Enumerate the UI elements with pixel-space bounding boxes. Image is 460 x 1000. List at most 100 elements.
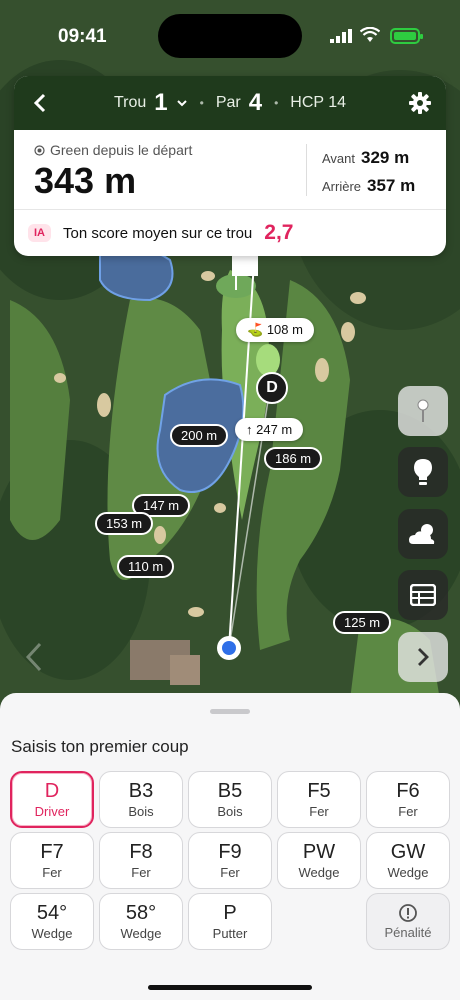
front-distance: Avant 329 m [322, 148, 409, 168]
club-name: Fer [42, 865, 62, 880]
hcp-label: HCP 14 [290, 94, 347, 111]
front-value: 329 m [361, 148, 410, 167]
green-distance-label: Green depuis le départ [34, 142, 192, 158]
status-time: 09:41 [58, 26, 107, 47]
shot-entry-sheet: Saisis ton premier coup D Driver B3 Bois B5 B… [0, 693, 460, 1000]
weather-icon [409, 524, 435, 544]
wifi-icon [360, 27, 380, 42]
club-button[interactable]: B5 Bois [188, 771, 272, 828]
dynamic-island [158, 14, 302, 58]
ai-badge: IA [28, 224, 51, 242]
lightbulb-icon [414, 459, 432, 485]
target-icon [34, 144, 45, 156]
weather-button[interactable] [398, 509, 448, 559]
club-name: Putter [212, 926, 248, 941]
divider [306, 144, 307, 196]
club-name: Wedge [31, 926, 73, 941]
distance-label: 153 m [95, 512, 154, 535]
separator-dot: • [199, 96, 204, 110]
hole-number: 1 [154, 89, 168, 116]
club-button[interactable]: F9 Fer [188, 832, 272, 889]
player-location-marker[interactable] [217, 636, 241, 660]
ai-insight-row[interactable]: IA Ton score moyen sur ce trou 2,7 [14, 210, 446, 256]
hole-selector[interactable]: Trou 1 • Par 4 • HCP 14 [114, 89, 346, 117]
club-code: GW [390, 841, 426, 863]
hole-header: Trou 1 • Par 4 • HCP 14 [14, 76, 446, 130]
ai-value: 2,7 [264, 221, 294, 244]
par-label: Par [215, 94, 241, 111]
front-label: Avant [322, 151, 356, 166]
alert-circle-icon [399, 904, 417, 922]
club-button[interactable]: 54° Wedge [10, 893, 94, 950]
club-button[interactable]: F7 Fer [10, 832, 94, 889]
penalty-button[interactable]: Pénalité [366, 893, 450, 950]
club-code: 54° [36, 902, 68, 924]
distance-label-green: ⛳ 108 m [236, 318, 314, 342]
club-code: PW [302, 841, 336, 863]
club-code: F6 [396, 780, 420, 802]
pin-icon [417, 399, 429, 422]
cellular-signal-icon [330, 29, 352, 43]
club-name: Bois [217, 804, 243, 819]
back-label: Arrière [322, 179, 362, 194]
par-value: 4 [248, 89, 263, 116]
back-distance: Arrière 357 m [322, 176, 415, 196]
sheet-title: Saisis ton premier coup [11, 737, 189, 756]
club-code: F5 [307, 780, 331, 802]
distance-value: 247 m [256, 422, 293, 437]
hole-info-card: Trou 1 • Par 4 • HCP 14 Green depuis le … [14, 76, 446, 256]
club-name: Fer [398, 804, 418, 819]
club-code: B3 [128, 780, 154, 802]
club-button[interactable]: PW Wedge [277, 832, 361, 889]
hole-label: Trou [113, 94, 147, 111]
club-name: Wedge [387, 865, 429, 880]
distance-label-drive: ↑ 247 m [235, 418, 304, 441]
tips-button[interactable] [398, 447, 448, 497]
penalty-label: Pénalité [384, 925, 432, 940]
club-button[interactable]: 58° Wedge [99, 893, 183, 950]
back-value: 357 m [367, 176, 416, 195]
gear-icon[interactable] [408, 91, 432, 115]
club-name: Fer [309, 804, 329, 819]
club-name: Fer [220, 865, 240, 880]
club-button[interactable]: B3 Bois [99, 771, 183, 828]
club-button[interactable]: F8 Fer [99, 832, 183, 889]
club-name: Fer [131, 865, 151, 880]
club-name: Wedge [120, 926, 162, 941]
distance-label: 125 m [333, 611, 392, 634]
distance-label: 110 m [117, 555, 175, 578]
distance-value: 108 m [266, 322, 303, 337]
back-arrow-icon[interactable] [28, 90, 54, 116]
scorecard-button[interactable] [398, 570, 448, 620]
separator-dot: • [274, 96, 279, 110]
club-grid: D Driver B3 Bois B5 Bois F5 Fer F6 Fer F7 Fer F8 Fer F… [10, 771, 451, 961]
green-distance-value: 343 m [34, 160, 137, 201]
club-name: Wedge [298, 865, 340, 880]
distance-label: 186 m [264, 447, 323, 470]
next-hole-button[interactable] [398, 632, 448, 682]
ai-text: Ton score moyen sur ce trou [63, 224, 253, 242]
club-code: D [44, 780, 60, 802]
club-code: F7 [40, 841, 64, 863]
home-indicator[interactable] [148, 985, 312, 990]
club-code: 58° [125, 902, 157, 924]
club-button[interactable]: F6 Fer [366, 771, 450, 828]
status-bar: 09:41 [0, 0, 460, 70]
club-button[interactable]: F5 Fer [277, 771, 361, 828]
club-code: B5 [217, 780, 243, 802]
distance-panel: Green depuis le départ 343 m Avant 329 m … [14, 130, 446, 210]
chevron-down-icon [176, 100, 187, 107]
battery-icon [390, 28, 423, 44]
club-button[interactable]: GW Wedge [366, 832, 450, 889]
sheet-grabber[interactable] [210, 709, 250, 714]
previous-hole-arrow-icon[interactable] [14, 632, 54, 682]
club-code: F9 [218, 841, 242, 863]
tee-marker[interactable]: D [256, 372, 288, 404]
distance-label: 200 m [170, 424, 229, 447]
club-code: F8 [129, 841, 153, 863]
club-button[interactable]: P Putter [188, 893, 272, 950]
pin-button[interactable] [398, 386, 448, 436]
club-button[interactable]: D Driver [10, 771, 94, 828]
table-icon [410, 584, 436, 606]
club-name: Bois [128, 804, 154, 819]
